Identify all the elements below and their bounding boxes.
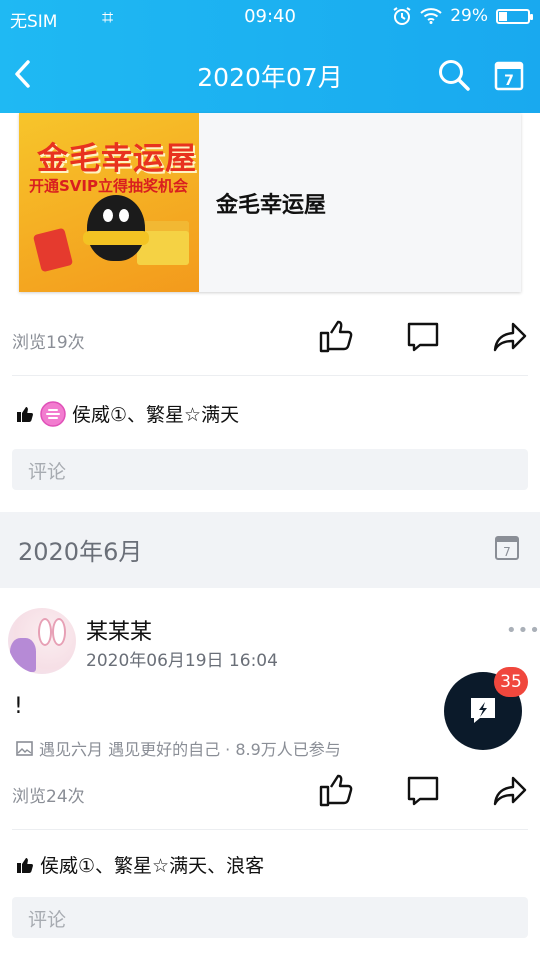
month-header: 2020年6月 7 [0, 512, 540, 588]
shared-link-card[interactable]: 金毛幸运屋 开通SVIP立得抽奖机会 金毛幸运屋 [19, 113, 521, 292]
comment-placeholder: 评论 [28, 461, 67, 483]
lightning-icon [471, 698, 495, 723]
username[interactable]: 某某某 [86, 614, 152, 646]
post-date: 2020年06月19日 16:04 [86, 651, 278, 671]
search-icon[interactable] [437, 58, 471, 92]
view-count: 浏览19次 [12, 333, 85, 353]
view-count: 浏览24次 [12, 787, 85, 807]
thumbs-up-icon[interactable] [318, 318, 354, 354]
comment-icon[interactable] [405, 321, 441, 353]
post-text: ! [14, 694, 23, 719]
divider [12, 375, 528, 376]
comment-icon[interactable] [405, 775, 441, 807]
image-icon [16, 740, 33, 756]
status-bar: 无SIM ⌗ 09:40 29% [0, 0, 540, 34]
nav-bar: 2020年07月 7 [0, 34, 540, 113]
thumbs-up-small-icon [17, 406, 33, 422]
more-icon[interactable]: ••• [506, 620, 540, 641]
red-packet-icon [32, 227, 74, 273]
likes-row: 侯威①、繁星☆满天、浪客 [16, 851, 264, 878]
wifi-icon [420, 8, 442, 24]
thumbs-up-icon[interactable] [318, 772, 354, 808]
vip-badge-icon [40, 400, 66, 427]
comment-input[interactable]: 评论 [12, 897, 528, 938]
card-title: 金毛幸运屋 [216, 193, 327, 218]
banner-subtitle: 开通SVIP立得抽奖机会 [29, 177, 188, 195]
banner-title: 金毛幸运屋 [37, 141, 197, 177]
alarm-icon [393, 7, 411, 25]
share-icon[interactable] [492, 320, 528, 354]
topic-text: 遇见六月 遇见更好的自己 · 8.9万人已参与 [39, 740, 341, 759]
calendar-icon[interactable]: 7 [494, 59, 524, 91]
banner-thumbnail: 金毛幸运屋 开通SVIP立得抽奖机会 [19, 113, 199, 292]
topic-tag[interactable]: 遇见六月 遇见更好的自己 · 8.9万人已参与 [16, 736, 341, 760]
svg-text:7: 7 [503, 545, 511, 559]
share-icon[interactable] [492, 774, 528, 808]
thumbs-up-small-icon [17, 857, 33, 873]
battery-icon [496, 8, 533, 24]
likes-names: 侯威①、繁星☆满天、浪客 [40, 855, 265, 877]
penguin-mascot-icon [83, 195, 149, 261]
likes-row: 侯威①、繁星☆满天 [16, 400, 239, 427]
svg-text:7: 7 [504, 73, 514, 89]
comment-input[interactable]: 评论 [12, 449, 528, 490]
likes-names: 侯威①、繁星☆满天 [72, 404, 240, 426]
avatar[interactable] [8, 608, 76, 674]
month-label: 2020年6月 [18, 538, 143, 566]
calendar-icon[interactable]: 7 [494, 533, 520, 561]
notification-badge: 35 [494, 667, 528, 697]
divider [12, 829, 528, 830]
header-bar: 无SIM ⌗ 09:40 29% 2020年07月 7 [0, 0, 540, 113]
comment-placeholder: 评论 [28, 909, 67, 931]
battery-percent: 29% [450, 6, 488, 26]
